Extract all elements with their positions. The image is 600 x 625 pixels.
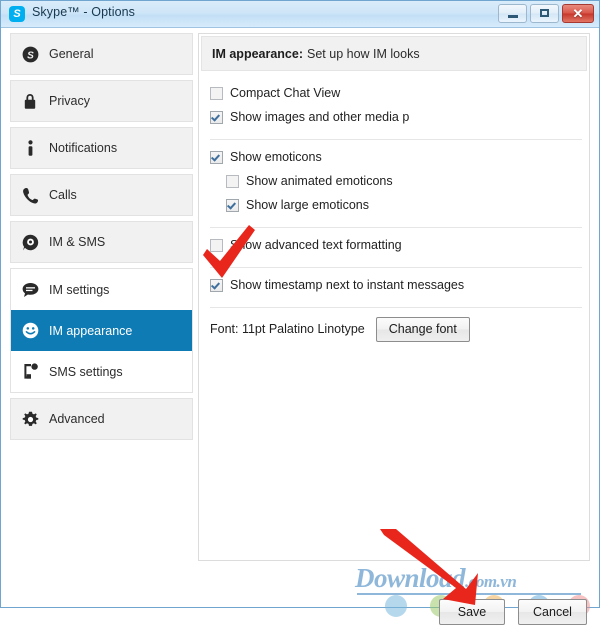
skype-icon: S [9, 6, 25, 22]
option-row[interactable]: Show emoticons [210, 148, 584, 172]
watermark-suffix: .com.vn [465, 572, 517, 591]
minimize-icon [499, 5, 526, 22]
sidebar-item-advanced[interactable]: Advanced [11, 399, 192, 439]
sidebar-item-label: Advanced [49, 412, 105, 426]
sidebar-item-privacy[interactable]: Privacy [11, 81, 192, 121]
watermark-main: Download [355, 563, 466, 593]
sidebar-group: Privacy [10, 80, 193, 122]
sidebar-item-sms-settings[interactable]: SMS settings [11, 351, 192, 392]
font-row: Font: 11pt Palatino Linotype Change font [210, 316, 584, 342]
option-row[interactable]: Compact Chat View [210, 84, 584, 108]
sidebar-item-label: SMS settings [49, 364, 123, 379]
option-row[interactable]: Show animated emoticons [210, 172, 584, 196]
close-button[interactable]: ✕ [562, 4, 594, 23]
panel-header-subtitle: Set up how IM looks [307, 46, 420, 61]
panel-header-title: IM appearance: [212, 46, 304, 61]
checkbox-show-emoticons[interactable] [210, 151, 223, 164]
section-divider [210, 267, 582, 268]
decor-dot-blue [385, 595, 407, 617]
watermark-underline [357, 593, 581, 595]
panel-header: IM appearance: Set up how IM looks [201, 36, 587, 71]
sidebar-item-im-settings[interactable]: IM settings [11, 269, 192, 310]
phone-icon [11, 187, 49, 204]
checkbox-show-timestamp-next-to-instant-messages[interactable] [210, 279, 223, 292]
svg-text:S: S [27, 50, 34, 61]
sidebar-item-label: General [49, 47, 94, 61]
title-bar: S Skype™ - Options ✕ [1, 1, 599, 28]
section-divider [210, 307, 582, 308]
option-label: Show emoticons [230, 150, 322, 164]
cancel-button[interactable]: Cancel [518, 599, 587, 625]
sidebar-item-label: Privacy [49, 94, 90, 108]
watermark: Download.com.vn [355, 563, 585, 597]
sidebar-item-notifications[interactable]: Notifications [11, 128, 192, 168]
close-icon: ✕ [572, 6, 584, 21]
checkbox-show-images-and-other-media-p[interactable] [210, 111, 223, 124]
sidebar-item-label: Notifications [49, 141, 118, 155]
option-label: Show advanced text formatting [230, 238, 402, 252]
font-label: Font: 11pt Palatino Linotype [210, 322, 365, 336]
gear-icon [11, 411, 49, 428]
sidebar-item-label: IM & SMS [49, 235, 106, 249]
sidebar-item-im-sms[interactable]: IM & SMS [11, 222, 192, 262]
sidebar-item-general[interactable]: S General [11, 34, 192, 74]
checkbox-show-animated-emoticons[interactable] [226, 175, 239, 188]
chat-gear-icon [11, 234, 49, 251]
options-window: S Skype™ - Options ✕ S General Privacy Noti… [0, 0, 600, 625]
sidebar-group: S General [10, 33, 193, 75]
sidebar-item-im-appearance[interactable]: IM appearance [11, 310, 192, 351]
option-label: Compact Chat View [230, 86, 341, 100]
sidebar-item-label: IM appearance [49, 323, 133, 338]
section-divider [210, 227, 582, 228]
sidebar-group: Calls [10, 174, 193, 216]
change-font-button[interactable]: Change font [375, 316, 470, 342]
option-row[interactable]: Show timestamp next to instant messages [210, 276, 584, 300]
smiley-icon [11, 322, 49, 339]
sidebar-item-calls[interactable]: Calls [11, 175, 192, 215]
settings-sidebar: S General Privacy Notifications Calls IM & SM… [10, 33, 193, 445]
checkbox-compact-chat-view[interactable] [210, 87, 223, 100]
sms-phone-icon [11, 363, 49, 380]
info-icon [11, 139, 49, 157]
settings-panel: IM appearance: Set up how IM looks Compa… [198, 33, 590, 561]
watermark-text: Download.com.vn [355, 563, 517, 594]
lock-icon [11, 93, 49, 110]
maximize-button[interactable] [530, 4, 559, 23]
maximize-icon [531, 5, 558, 22]
client-area: S General Privacy Notifications Calls IM & SM… [2, 29, 598, 625]
minimize-button[interactable] [498, 4, 527, 23]
sidebar-item-label: Calls [49, 188, 77, 202]
option-label: Show images and other media p [230, 110, 410, 124]
options-list: Compact Chat View Show images and other m… [210, 84, 584, 342]
checkbox-show-advanced-text-formatting[interactable] [210, 239, 223, 252]
option-label: Show large emoticons [246, 198, 369, 212]
sidebar-group: Notifications [10, 127, 193, 169]
skype-icon: S [11, 46, 49, 63]
sidebar-group: Advanced [10, 398, 193, 440]
speech-bubble-icon [11, 282, 49, 298]
option-label: Show animated emoticons [246, 174, 393, 188]
checkbox-show-large-emoticons[interactable] [226, 199, 239, 212]
option-row[interactable]: Show large emoticons [210, 196, 584, 220]
option-row[interactable]: Show advanced text formatting [210, 236, 584, 260]
sidebar-item-label: IM settings [49, 282, 110, 297]
sidebar-group: IM & SMS [10, 221, 193, 263]
option-row[interactable]: Show images and other media p [210, 108, 584, 132]
option-label: Show timestamp next to instant messages [230, 278, 465, 292]
sidebar-group: IM settings IM appearance SMS settings [10, 268, 193, 393]
save-button[interactable]: Save [439, 599, 505, 625]
section-divider [210, 139, 582, 140]
window-title: Skype™ - Options [32, 5, 136, 19]
